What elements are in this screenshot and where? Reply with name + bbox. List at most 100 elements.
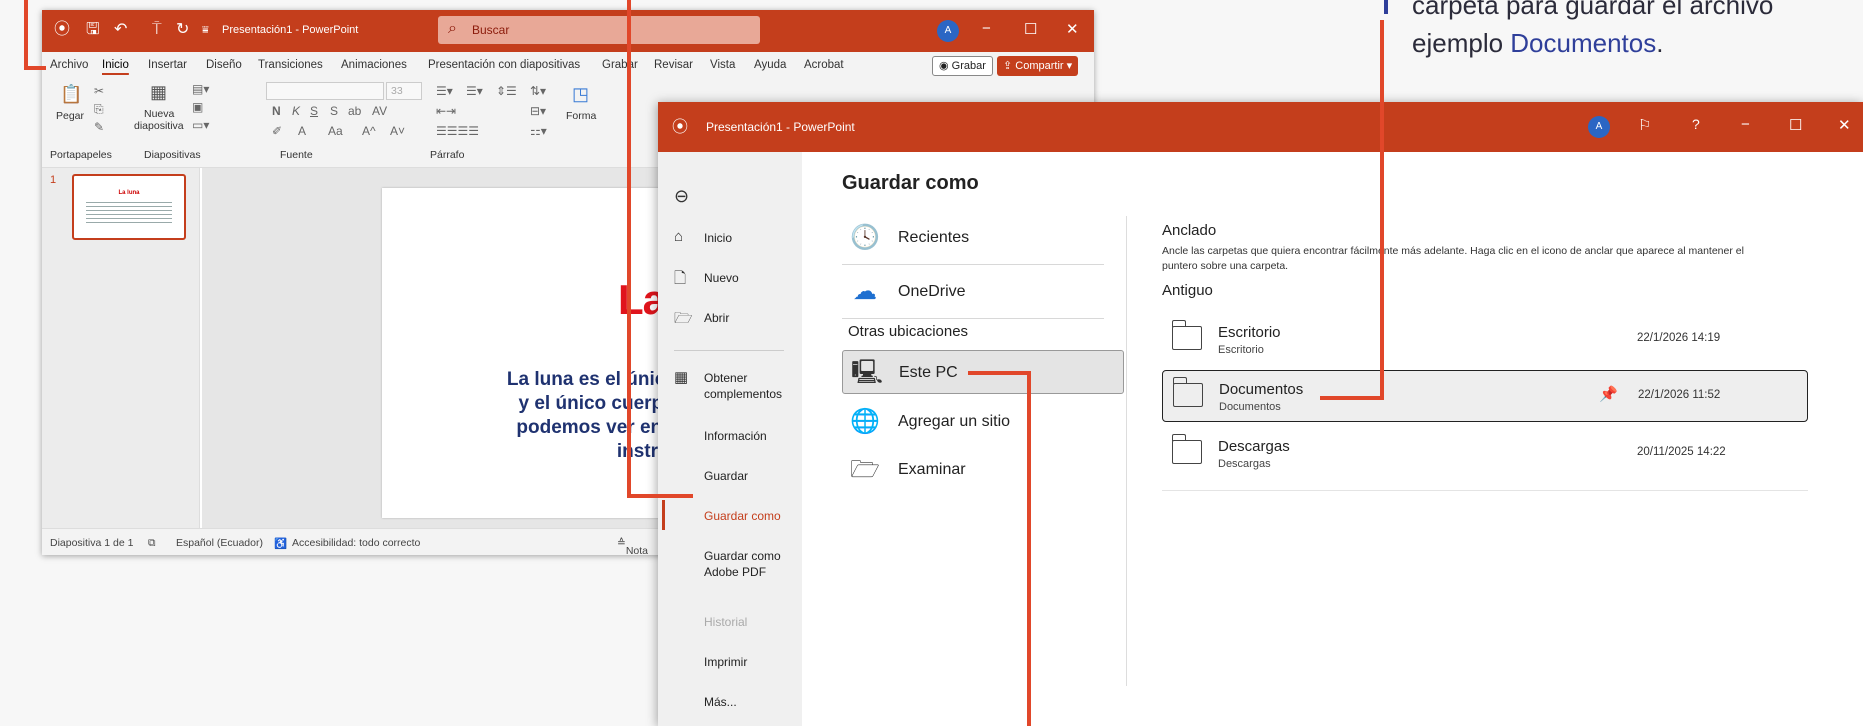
- strikethrough-icon[interactable]: ab: [348, 104, 361, 118]
- tab-presentacion[interactable]: Presentación con diapositivas: [428, 59, 580, 71]
- reset-icon[interactable]: ▣: [192, 100, 203, 114]
- notes-button[interactable]: ≙ Nota: [617, 537, 648, 555]
- nav-mas[interactable]: Más...: [704, 694, 737, 710]
- paste-icon[interactable]: 📋: [60, 84, 82, 105]
- tab-inicio[interactable]: Inicio: [102, 59, 129, 71]
- smartart-icon[interactable]: ⚏▾: [530, 124, 547, 138]
- tab-ayuda[interactable]: Ayuda: [754, 59, 786, 71]
- nav-guardar[interactable]: Guardar: [704, 468, 748, 484]
- grow-font-icon[interactable]: A^: [362, 124, 376, 138]
- new-slide-label-2[interactable]: diapositiva: [134, 120, 184, 132]
- nav-abrir[interactable]: Abrir: [704, 310, 729, 326]
- tab-insertar[interactable]: Insertar: [148, 59, 187, 71]
- nav-guardar-pdf[interactable]: Guardar como Adobe PDF: [704, 548, 794, 580]
- record-button[interactable]: ◉ Grabar: [932, 56, 993, 76]
- format-label[interactable]: Forma: [566, 110, 596, 122]
- callout-prefix: ejemplo: [1412, 28, 1511, 58]
- folder-row-escritorio[interactable]: Escritorio Escritorio 22/1/2026 14:19: [1162, 314, 1808, 366]
- accessibility-icon: ♿: [274, 538, 288, 550]
- folder-path: Descargas: [1218, 458, 1271, 470]
- redo-icon[interactable]: ↻: [176, 20, 189, 40]
- folder-open-icon: 🗁: [850, 456, 880, 483]
- tab-transiciones[interactable]: Transiciones: [258, 59, 323, 71]
- divider: [842, 264, 1104, 265]
- change-case-icon[interactable]: Aa: [328, 124, 343, 138]
- close-icon[interactable]: ✕: [1066, 20, 1079, 38]
- spacing-icon[interactable]: AV: [372, 104, 387, 118]
- maximize-icon[interactable]: ☐: [1024, 20, 1037, 38]
- nav-imprimir[interactable]: Imprimir: [704, 654, 747, 670]
- nav-informacion[interactable]: Información: [704, 428, 767, 444]
- shapes-icon[interactable]: ◳: [572, 84, 589, 105]
- nav-nuevo[interactable]: Nuevo: [704, 270, 739, 286]
- italic-icon[interactable]: K: [292, 104, 300, 118]
- nav-guardar-como[interactable]: Guardar como: [704, 508, 781, 524]
- ppt-titlebar: ⦿ 🖫 ↶ ⍑ ↻ ⩸ Presentación1 - PowerPoint ⌕…: [42, 10, 1094, 52]
- location-agregar-sitio[interactable]: 🌐 Agregar un sitio: [842, 400, 1124, 444]
- tab-archivo[interactable]: Archivo: [50, 59, 88, 71]
- bold-icon[interactable]: N: [272, 104, 281, 118]
- nav-complementos[interactable]: Obtener complementos: [704, 370, 794, 402]
- shrink-font-icon[interactable]: A˅: [390, 124, 405, 138]
- nav-inicio[interactable]: Inicio: [704, 230, 732, 246]
- tab-grabar[interactable]: Grabar: [602, 59, 638, 71]
- tab-acrobat[interactable]: Acrobat: [804, 59, 844, 71]
- help-icon[interactable]: ?: [1692, 116, 1700, 132]
- location-examinar[interactable]: 🗁 Examinar: [842, 448, 1124, 492]
- back-arrow-icon[interactable]: ⊖: [674, 186, 689, 207]
- font-name-select[interactable]: [266, 82, 384, 100]
- presenter-icon[interactable]: ⍑: [152, 20, 162, 40]
- format-painter-icon[interactable]: ✎: [94, 120, 104, 134]
- minimize-icon[interactable]: −: [982, 20, 991, 37]
- layout-icon[interactable]: ▤▾: [192, 82, 209, 96]
- numbering-icon[interactable]: ☰▾: [466, 84, 483, 98]
- accessibility-status[interactable]: Accesibilidad: todo correcto: [292, 537, 420, 549]
- section-icon[interactable]: ▭▾: [192, 118, 209, 132]
- spellcheck-icon[interactable]: ⧉: [148, 537, 156, 550]
- new-slide-icon[interactable]: ▦: [150, 82, 167, 103]
- location-recientes[interactable]: 🕓 Recientes: [842, 216, 1124, 260]
- undo-icon[interactable]: ↶: [114, 20, 127, 40]
- group-diapositivas: Diapositivas: [144, 149, 201, 161]
- tab-vista[interactable]: Vista: [710, 59, 735, 71]
- notes-label: Nota: [625, 545, 648, 555]
- folder-icon: [1171, 320, 1202, 350]
- align-icon[interactable]: ☰☰☰☰: [436, 124, 479, 138]
- minimize-icon[interactable]: −: [1741, 116, 1750, 133]
- folder-row-documentos[interactable]: Documentos Documentos 📌 22/1/2026 11:52: [1162, 370, 1808, 422]
- indent-icon[interactable]: ⇤⇥: [436, 104, 456, 118]
- customize-qat-icon[interactable]: ⩸: [202, 20, 209, 40]
- share-button[interactable]: ⇪ Compartir ▾: [997, 56, 1079, 76]
- cut-icon[interactable]: ✂: [94, 84, 104, 98]
- copy-icon[interactable]: ⎘: [94, 102, 104, 117]
- language[interactable]: Español (Ecuador): [176, 537, 263, 549]
- text-direction-icon[interactable]: ⇅▾: [530, 84, 546, 98]
- slide-thumbnail[interactable]: La luna: [72, 174, 186, 240]
- tab-animaciones[interactable]: Animaciones: [341, 59, 407, 71]
- shadow-icon[interactable]: S: [330, 104, 338, 118]
- highlight-icon[interactable]: ✐: [272, 124, 282, 138]
- coauthor-icon[interactable]: ⚐: [1638, 116, 1651, 134]
- other-locations-header: Otras ubicaciones: [848, 323, 969, 340]
- font-size-select[interactable]: 33: [386, 82, 422, 100]
- annotation-line: [24, 0, 28, 70]
- tab-revisar[interactable]: Revisar: [654, 59, 693, 71]
- search-box[interactable]: ⌕ Buscar: [438, 16, 760, 44]
- annotation-line: [1027, 371, 1031, 726]
- folder-row-descargas[interactable]: Descargas Descargas 20/11/2025 14:22: [1162, 428, 1808, 480]
- bullets-icon[interactable]: ☰▾: [436, 84, 453, 98]
- line-spacing-icon[interactable]: ⇕☰: [496, 84, 517, 98]
- avatar[interactable]: A: [1588, 116, 1610, 138]
- avatar[interactable]: A: [937, 20, 959, 42]
- tab-diseno[interactable]: Diseño: [206, 59, 242, 71]
- location-onedrive[interactable]: ☁ OneDrive: [842, 270, 1124, 314]
- close-icon[interactable]: ✕: [1838, 116, 1851, 134]
- font-color-icon[interactable]: A: [298, 124, 306, 138]
- paste-label[interactable]: Pegar: [56, 110, 84, 122]
- save-icon[interactable]: 🖫: [86, 20, 100, 40]
- new-slide-label[interactable]: Nueva: [144, 108, 174, 120]
- pin-icon[interactable]: 📌: [1599, 385, 1618, 403]
- maximize-icon[interactable]: ☐: [1789, 116, 1802, 134]
- underline-icon[interactable]: S: [310, 104, 318, 118]
- align-text-icon[interactable]: ⊟▾: [530, 104, 546, 118]
